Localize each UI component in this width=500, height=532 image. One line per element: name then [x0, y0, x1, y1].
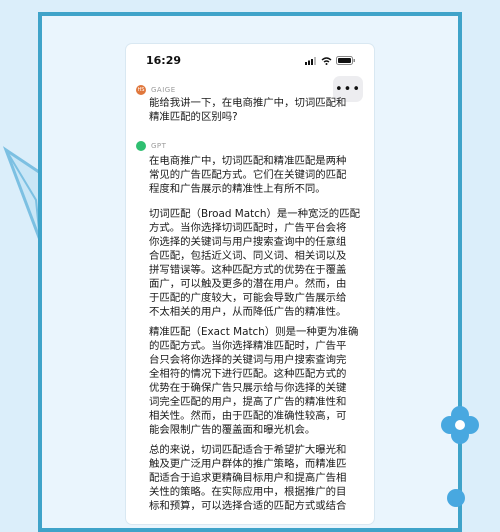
flower-decoration-small: [447, 489, 465, 507]
flower-decoration: [441, 406, 479, 444]
user-message: HS GAIGE 能给我讲一下，在电商推广中，切词匹配和 精准匹配的区别吗?: [136, 84, 361, 124]
status-icons: [305, 56, 356, 65]
assistant-message: GPT: [136, 140, 361, 152]
user-message-text: 能给我讲一下，在电商推广中，切词匹配和 精准匹配的区别吗?: [149, 97, 347, 123]
status-bar: 16:29: [146, 54, 356, 70]
assistant-paragraph-1: 在电商推广中，切词匹配和精准匹配是两种 常见的广告匹配方式。它们在关键词的匹配 …: [149, 155, 347, 195]
assistant-name: GPT: [151, 142, 167, 150]
phone-screen: 16:29 ••• HS GAIGE 能给我讲一下，在电商推广中，切词匹配和 精…: [126, 44, 374, 524]
wifi-icon: [321, 56, 332, 65]
user-avatar: HS: [136, 85, 146, 95]
gpt-avatar: [136, 141, 146, 151]
signal-icon: [305, 56, 316, 65]
battery-icon: [336, 56, 355, 65]
status-time: 16:29: [146, 54, 182, 67]
assistant-paragraph-2: 切词匹配（Broad Match）是一种宽泛的匹配 方式。当你选择切词匹配时，广…: [149, 208, 360, 318]
user-name: GAIGE: [151, 86, 176, 94]
assistant-paragraph-3: 精准匹配（Exact Match）则是一种更为准确 的匹配方式。当你选择精准匹配…: [149, 326, 359, 436]
assistant-paragraph-4: 总的来说，切词匹配适合于希望扩大曝光和 触及更广泛用户群体的推广策略，而精准匹 …: [149, 444, 347, 512]
